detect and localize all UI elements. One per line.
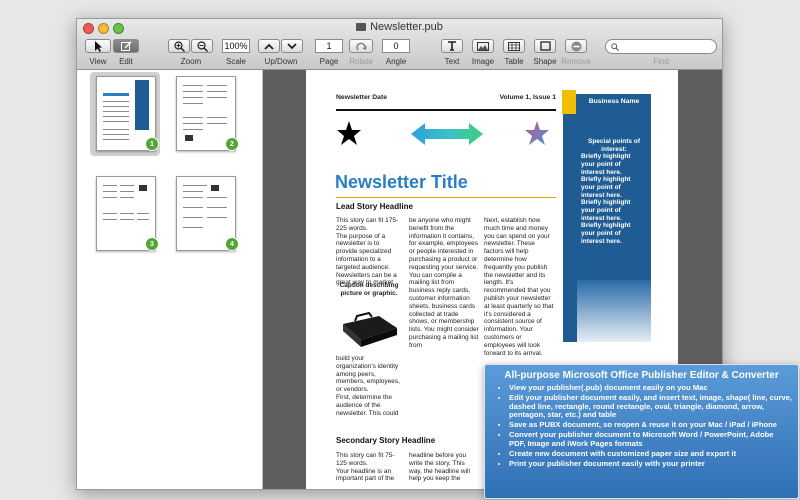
lead-story-col1-cont: build your organization's identity among… (336, 355, 400, 417)
lead-story-col3: Next, establish how much time and money … (484, 217, 554, 357)
page-badge-3: 3 (145, 237, 159, 251)
search-input[interactable] (605, 39, 717, 54)
promo-feature: Edit your publisher document easily, and… (509, 393, 792, 420)
document-icon (356, 23, 367, 31)
image-icon (477, 41, 489, 51)
insert-text-button[interactable] (441, 39, 463, 53)
sidebar-panel: Business Name Special points of interest… (562, 90, 651, 342)
volume-issue: Volume 1, Issue 1 (499, 94, 556, 101)
find-label: Find (653, 57, 669, 66)
window-title-text: Newsletter.pub (370, 21, 443, 33)
briefcase-image (343, 311, 397, 347)
page-badge-1: 1 (145, 137, 159, 151)
toolbar: Newsletter.pub View Edit Zoom 100% Scale… (77, 19, 722, 70)
promo-feature: Print your publisher document easily wit… (509, 459, 792, 469)
page-badge-4: 4 (225, 237, 239, 251)
zoom-out-button[interactable] (191, 39, 213, 53)
chevron-down-icon (287, 42, 297, 49)
angle-field[interactable]: 0 (382, 39, 410, 53)
promo-feature: Save as PUBX document, so reopen & reuse… (509, 420, 792, 430)
page-thumbnails-panel: 1 2 3 4 (77, 70, 263, 489)
lead-story-headline: Lead Story Headline (336, 202, 413, 211)
arrow-cursor-icon (95, 40, 102, 52)
zoom-label: Zoom (180, 57, 202, 66)
secondary-story-col2: headline before you write the story. Thi… (409, 452, 470, 483)
sidebar-point-4: Briefly highlight your point of interest… (581, 222, 631, 245)
sidebar-business-name: Business Name (588, 98, 640, 105)
rotate-label: Rotate (349, 57, 373, 66)
page-down-button[interactable] (281, 39, 303, 53)
view-button[interactable] (85, 39, 111, 53)
double-arrow-icon (411, 123, 483, 145)
newsletter-title: Newsletter Title (335, 172, 468, 192)
scale-field[interactable]: 100% (222, 39, 250, 53)
scale-label: Scale (225, 57, 246, 66)
search-icon (611, 43, 619, 51)
promo-feature: Create new document with customized pape… (509, 449, 792, 459)
secondary-story-col1: This story can fit 75-125 words. Your he… (336, 452, 395, 483)
edit-icon (120, 41, 132, 51)
newsletter-date: Newsletter Date (336, 94, 387, 101)
edit-label: Edit (119, 57, 133, 66)
insert-shape-button[interactable] (534, 39, 556, 53)
rotate-icon (355, 42, 367, 50)
promo-title: All-purpose Microsoft Office Publisher E… (504, 370, 779, 381)
page-up-button[interactable] (258, 39, 280, 53)
promo-banner: All-purpose Microsoft Office Publisher E… (484, 364, 799, 499)
minus-circle-icon (571, 41, 581, 51)
lead-story-col2: be anyone who might benefit from the inf… (409, 217, 479, 349)
promo-feature-list: View your publisher(.pub) document easil… (485, 383, 798, 469)
sidebar-point-1: Briefly highlight your point of interest… (581, 153, 631, 176)
lead-story-col1: This story can fit 175-225 words. The pu… (336, 217, 399, 287)
gradient-star-icon (525, 121, 549, 145)
text-icon (448, 41, 456, 51)
image-caption: Caption describing picture or graphic. (339, 282, 399, 297)
sidebar-point-3: Briefly highlight your point of interest… (581, 199, 631, 222)
shape-icon (539, 41, 551, 51)
black-star-icon (337, 121, 361, 145)
zoom-in-button[interactable] (168, 39, 190, 53)
page-field[interactable]: 1 (315, 39, 343, 53)
table-icon (508, 41, 520, 51)
rotate-button[interactable] (349, 39, 373, 53)
header-rule (336, 109, 556, 111)
zoom-out-icon (196, 40, 208, 52)
window-title: Newsletter.pub (77, 21, 722, 33)
sidebar-gradient (577, 280, 651, 342)
remove-button[interactable] (565, 39, 587, 53)
insert-image-button[interactable] (472, 39, 494, 53)
angle-label: Angle (385, 57, 407, 66)
promo-feature: Convert your publisher document to Micro… (509, 430, 792, 448)
sidebar-point-2: Briefly highlight your point of interest… (581, 176, 631, 199)
chevron-up-icon (264, 43, 274, 50)
edit-button[interactable] (113, 39, 139, 53)
updown-label: Up/Down (264, 57, 298, 66)
title-rule (336, 197, 556, 198)
promo-feature: View your publisher(.pub) document easil… (509, 383, 792, 393)
page-badge-2: 2 (225, 137, 239, 151)
insert-table-button[interactable] (503, 39, 525, 53)
remove-label: Remove (561, 57, 591, 66)
sidebar-points-heading: Special points of interest: (587, 138, 640, 153)
zoom-in-icon (173, 40, 185, 52)
sidebar-tab (562, 90, 576, 114)
secondary-story-headline: Secondary Story Headline (336, 436, 436, 445)
